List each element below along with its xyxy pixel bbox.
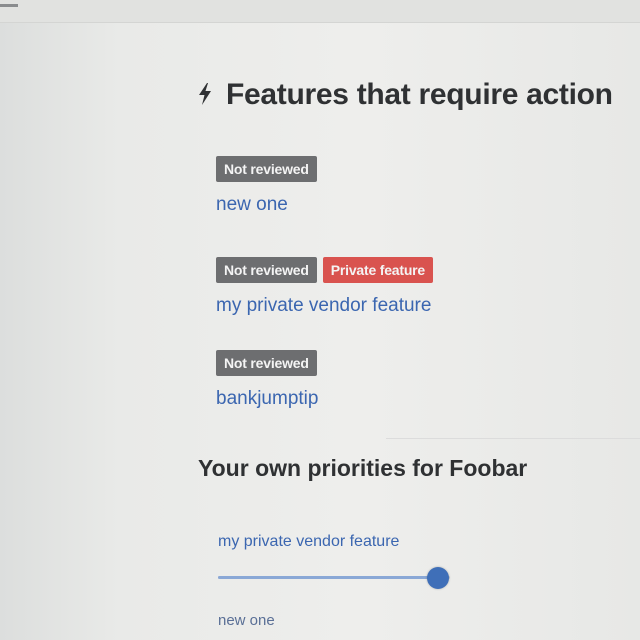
priority-label-new-one: new one	[218, 612, 275, 629]
badge-row: Not reviewed Private feature	[216, 257, 434, 283]
feature-item: Not reviewed new one	[216, 156, 317, 216]
app-screen: Features that require action Not reviewe…	[0, 0, 640, 640]
main-content: Features that require action Not reviewe…	[196, 0, 640, 640]
features-action-heading: Features that require action	[196, 78, 613, 112]
private-feature-badge: Private feature	[322, 257, 434, 283]
feature-link-new-one[interactable]: new one	[216, 194, 317, 216]
section-divider	[386, 438, 640, 439]
features-action-title: Features that require action	[226, 78, 613, 111]
not-reviewed-badge: Not reviewed	[216, 257, 317, 283]
window-corner-mark	[0, 4, 18, 7]
feature-link-my-private-vendor-feature[interactable]: my private vendor feature	[216, 295, 433, 317]
feature-item: Not reviewed Private feature my private …	[216, 257, 434, 317]
slider-fill	[218, 576, 438, 579]
badge-row: Not reviewed	[216, 350, 318, 376]
priorities-heading: Your own priorities for Foobar	[198, 455, 528, 481]
not-reviewed-badge: Not reviewed	[216, 350, 317, 376]
badge-row: Not reviewed	[216, 156, 317, 182]
slider-thumb[interactable]	[427, 567, 449, 589]
not-reviewed-badge: Not reviewed	[216, 156, 317, 182]
feature-link-bankjumptip[interactable]: bankjumptip	[216, 388, 318, 410]
priority-slider[interactable]	[218, 567, 450, 590]
priority-label-my-private-vendor-feature: my private vendor feature	[218, 533, 400, 550]
feature-item: Not reviewed bankjumptip	[216, 350, 318, 410]
bolt-icon	[196, 82, 216, 108]
